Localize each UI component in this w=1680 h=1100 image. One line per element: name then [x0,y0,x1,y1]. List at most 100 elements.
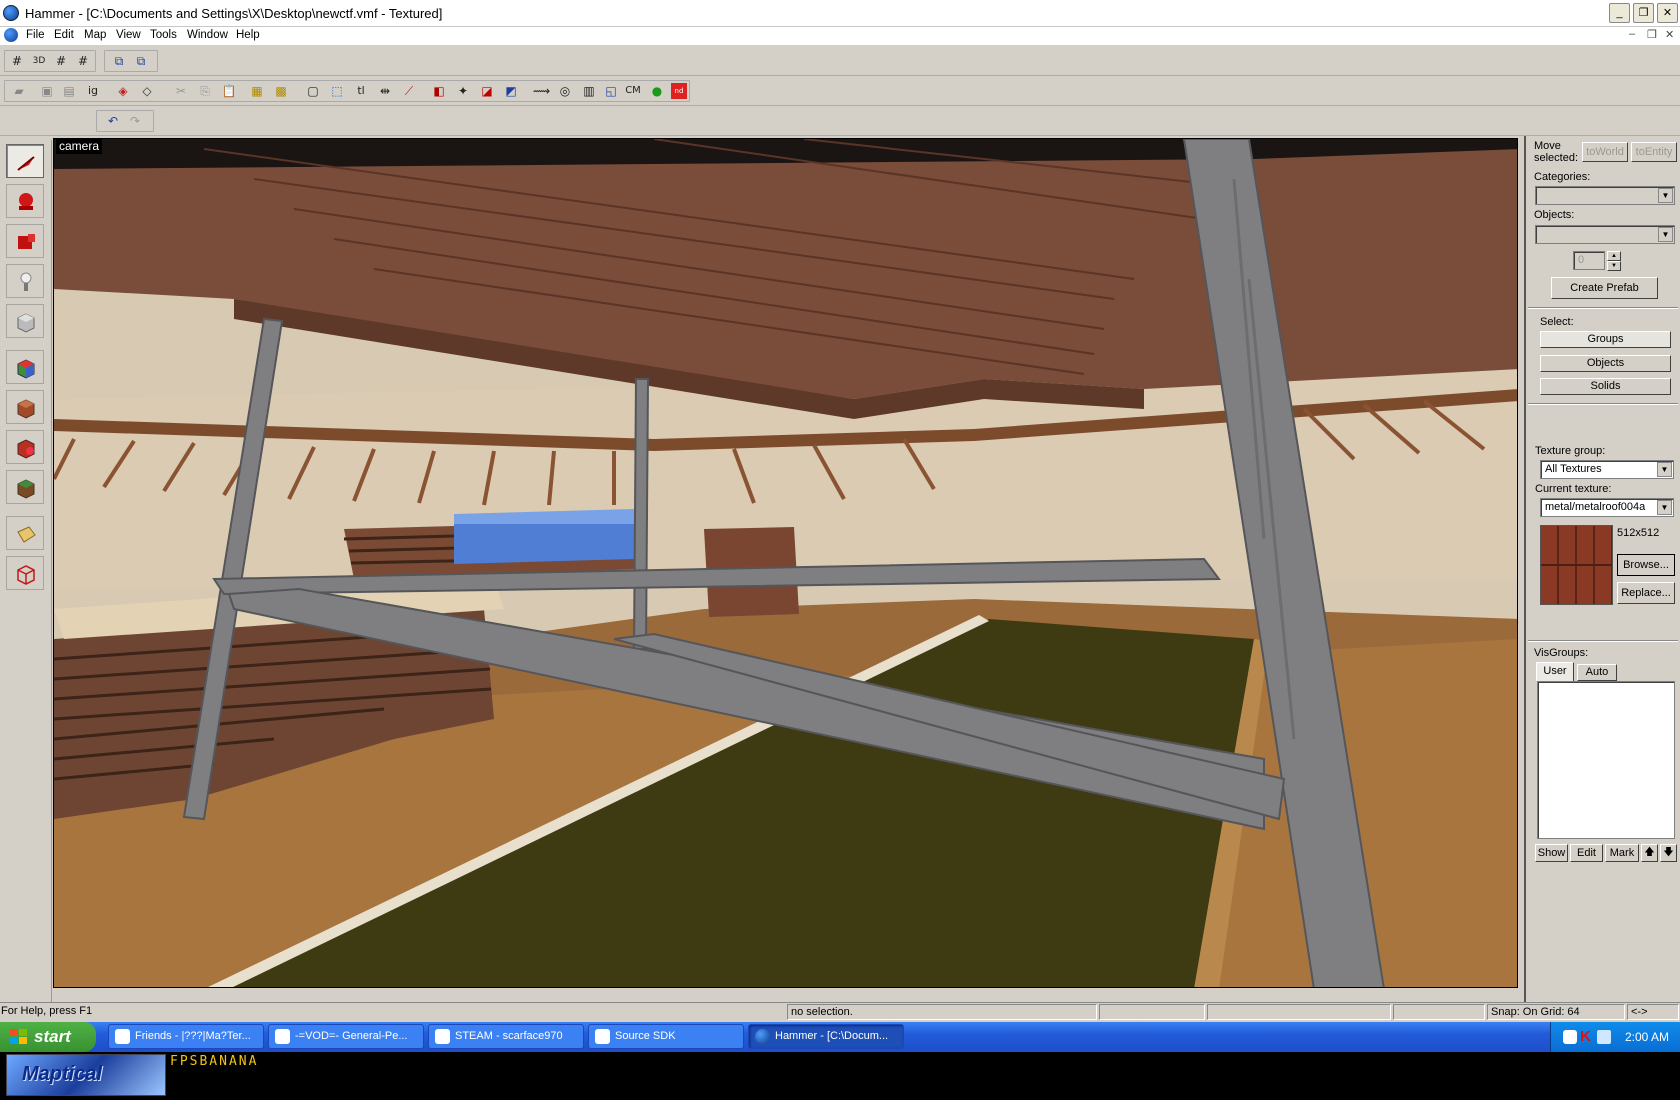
texture-application-tool[interactable] [6,350,44,384]
minimize-button[interactable]: _ [1609,3,1630,23]
replace-button[interactable]: Replace... [1617,582,1675,604]
entity-tool[interactable] [6,264,44,298]
tab-auto[interactable]: Auto [1577,664,1617,681]
grid-2d-icon[interactable]: # [9,53,25,69]
ungroup-icon[interactable]: ⧉ [133,53,149,69]
select-objects-button[interactable]: Objects [1540,355,1671,372]
menu-help[interactable]: Help [236,29,260,41]
menu-view[interactable]: View [116,29,141,41]
apply-current-texture-tool[interactable] [6,390,44,424]
visgroup-mark-button[interactable]: Mark [1605,844,1639,862]
document-icon[interactable] [4,28,18,42]
carve-icon[interactable]: ▰ [11,83,27,99]
undo-icon[interactable]: ↶ [105,113,121,129]
menu-window[interactable]: Window [187,29,228,41]
status-pane-empty-3 [1393,1004,1485,1020]
grid-3d-icon[interactable]: 3D [31,53,47,69]
antivirus-tray-icon[interactable]: K [1580,1028,1591,1045]
group-icon[interactable]: ⧉ [111,53,127,69]
prefab-count-field[interactable]: 0 [1573,251,1605,270]
to-entity-button[interactable]: toEntity [1631,142,1677,162]
cubemap-icon[interactable]: CM [625,83,641,99]
task-friends[interactable]: Friends - |???|Ma?Ter... [108,1024,264,1049]
select-solids-button[interactable]: Solids [1540,378,1671,395]
menu-tools[interactable]: Tools [150,29,177,41]
spin-up-button[interactable]: ▲ [1607,251,1621,261]
flip-icon[interactable]: ⇹ [377,83,393,99]
texture-scale-lock-icon[interactable]: ▩ [273,83,289,99]
current-texture-dropdown[interactable]: metal/metalroof004a ▼ [1540,498,1674,517]
camera-tool[interactable] [6,224,44,258]
sound-icon[interactable]: ⟿ [533,83,550,99]
ignore-groups-icon[interactable]: ig [85,83,101,99]
texture-preview-image[interactable] [1540,525,1613,605]
visgroup-edit-button[interactable]: Edit [1570,844,1603,862]
camera-viewport[interactable] [53,138,1518,988]
categories-dropdown[interactable]: ▼ [1535,186,1675,205]
grid-smaller-icon[interactable]: # [53,53,69,69]
viewport-label[interactable]: camera [56,139,103,154]
autovisgroups-icon[interactable]: ◪ [479,83,495,99]
tab-user[interactable]: User [1536,662,1574,681]
paste-icon[interactable]: 📋 [221,83,237,99]
texture-group-dropdown[interactable]: All Textures ▼ [1540,460,1674,479]
mdi-close-button[interactable]: ✕ [1665,28,1674,41]
select-by-center-icon[interactable]: ⬚ [329,83,345,99]
toggle-group-ignore-icon[interactable]: tl [353,83,369,99]
task-source-sdk[interactable]: Source SDK [588,1024,744,1049]
mdi-minimize-button[interactable]: – [1629,28,1635,40]
vertex-wireframe-icon [15,563,37,585]
transform-icon[interactable]: ⟋ [401,83,417,99]
menu-map[interactable]: Map [84,29,106,41]
carve-mode-icon[interactable]: ◱ [603,83,619,99]
hammer-app-icon[interactable] [3,5,19,21]
nodraw-icon[interactable]: nd [671,83,687,99]
water-icon[interactable]: ▥ [581,83,597,99]
vertex-tool[interactable] [6,556,44,590]
restore-button[interactable]: ❐ [1633,3,1654,23]
task-hammer[interactable]: Hammer - [C:\Docum... [748,1024,904,1049]
move-up-button[interactable]: 🡅 [1641,844,1658,862]
task-label: Friends - |???|Ma?Ter... [135,1030,251,1042]
menu-file[interactable]: File [26,29,45,41]
select-by-handles-icon[interactable]: ▢ [305,83,321,99]
spin-down-button[interactable]: ▼ [1607,261,1621,271]
leaf-icon[interactable]: ● [649,83,665,99]
clock[interactable]: 2:00 AM [1625,1030,1669,1044]
decal-tool[interactable] [6,430,44,464]
visgroups-list[interactable] [1537,681,1675,839]
block-tool[interactable] [6,304,44,338]
toggle-models-icon[interactable]: ◧ [431,83,447,99]
create-prefab-button[interactable]: Create Prefab [1551,277,1658,299]
select-groups-button[interactable]: Groups [1540,331,1671,348]
selection-tool[interactable] [6,144,44,178]
hollow-icon[interactable]: ▣ [39,83,55,99]
texture-lock-icon[interactable]: ▦ [249,83,265,99]
magnify-tool[interactable] [6,184,44,218]
mdi-restore-button[interactable]: ❐ [1647,28,1657,41]
move-down-button[interactable]: 🡇 [1660,844,1677,862]
network-tray-icon[interactable] [1597,1030,1611,1044]
visgroup-show-button[interactable]: Show [1535,844,1568,862]
chevron-down-icon: ▼ [1657,462,1672,477]
redo-icon[interactable]: ↷ [127,113,143,129]
steam-tray-icon[interactable] [1563,1030,1577,1044]
hide-icon[interactable]: ◇ [139,83,155,99]
overlay-tool[interactable] [6,470,44,504]
lightmap-icon[interactable]: ◎ [557,83,573,99]
clipping-tool[interactable] [6,516,44,550]
display-icon[interactable]: ◩ [503,83,519,99]
helpers-icon[interactable]: ✦ [455,83,471,99]
task-vod[interactable]: -=VOD=- General-Pe... [268,1024,424,1049]
objects-dropdown[interactable]: ▼ [1535,225,1675,244]
copy-icon[interactable]: ⎘ [197,83,213,99]
cordon-icon[interactable]: ◈ [115,83,131,99]
grid-larger-icon[interactable]: # [75,53,91,69]
paste-special-icon[interactable]: ▤ [61,83,77,99]
menu-edit[interactable]: Edit [54,29,74,41]
browse-button[interactable]: Browse... [1617,554,1675,576]
close-button[interactable]: ✕ [1657,3,1678,23]
task-steam[interactable]: STEAM - scarface970 [428,1024,584,1049]
to-world-button[interactable]: toWorld [1582,142,1628,162]
cut-icon[interactable]: ✂ [173,83,189,99]
